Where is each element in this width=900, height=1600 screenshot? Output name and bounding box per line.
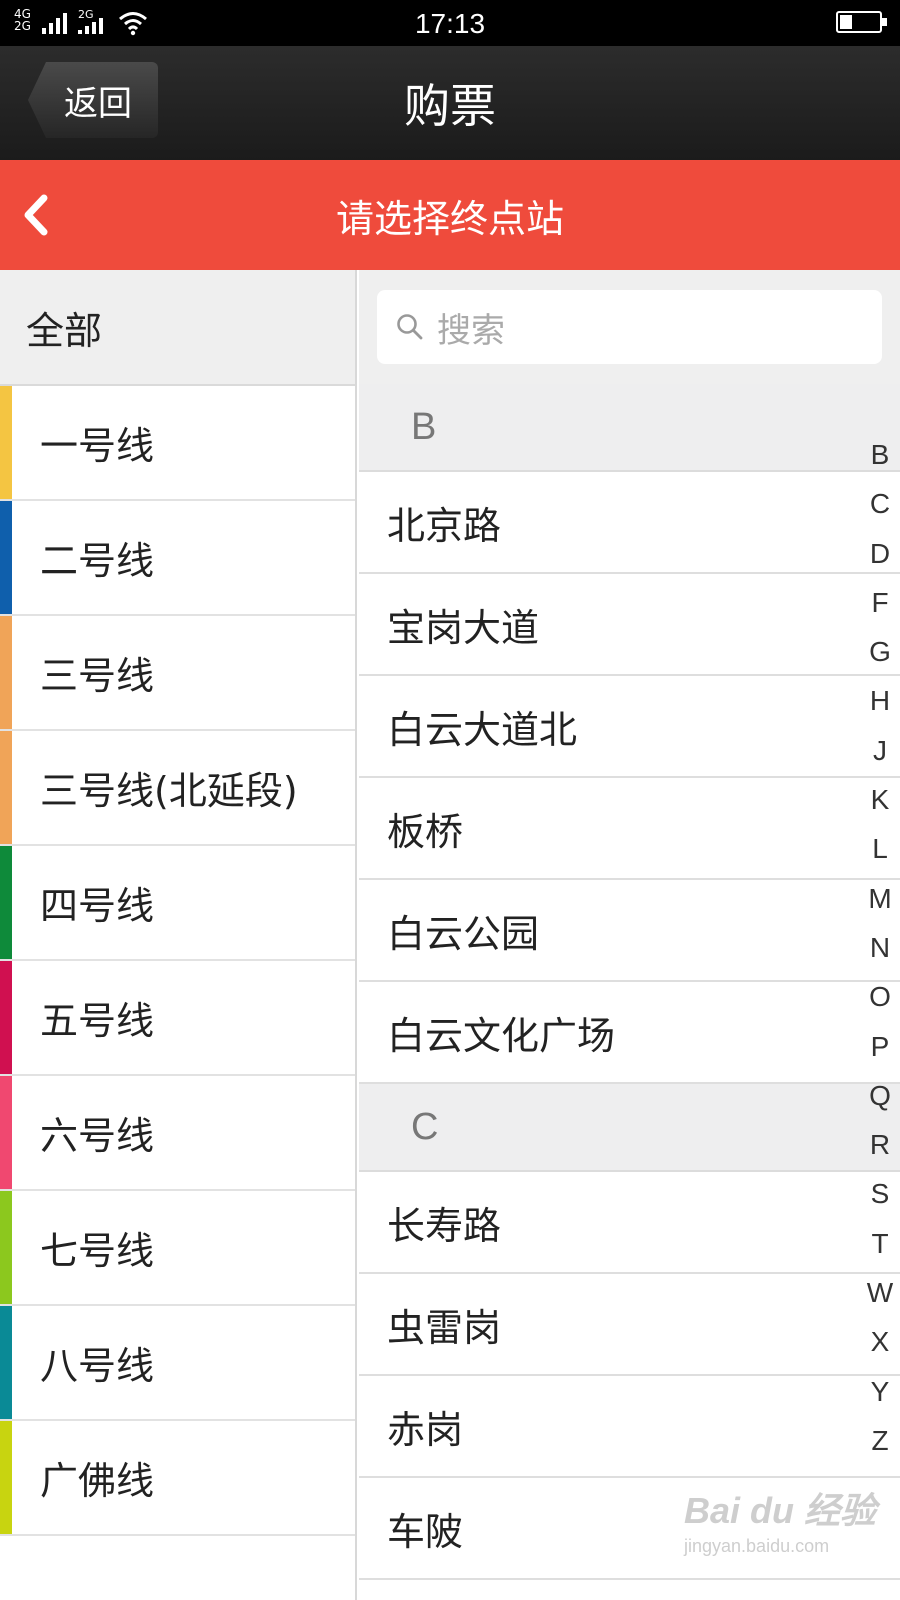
title-bar: 返回 购票 — [0, 46, 900, 160]
alphabet-index[interactable]: BCDFGHJKLMNOPQRSTWXYZ — [862, 430, 898, 1465]
line-item[interactable]: 广佛线 — [0, 1421, 355, 1536]
line-color-bar — [0, 961, 12, 1074]
line-item[interactable]: 六号线 — [0, 1076, 355, 1191]
line-item-all[interactable]: 全部 — [0, 270, 355, 386]
station-item[interactable]: 白云公园 — [359, 880, 900, 982]
station-item[interactable]: 北京路 — [359, 472, 900, 574]
section-header: B — [359, 384, 900, 472]
index-letter[interactable]: S — [862, 1169, 898, 1218]
baidu-watermark: Bai du 经验 jingyan.baidu.com — [684, 1482, 884, 1557]
index-letter[interactable]: O — [862, 972, 898, 1021]
index-letter[interactable]: H — [862, 676, 898, 725]
index-letter[interactable]: Y — [862, 1367, 898, 1416]
status-bar: 4G 2G 2G 17:13 — [0, 0, 900, 46]
watermark-logo: Bai du 经验 — [684, 1490, 877, 1531]
index-letter[interactable]: R — [862, 1120, 898, 1169]
station-panel: 搜索 B 北京路 宝岗大道 白云大道北 板桥 白云公园 白云文化广场 C 长寿路 虫雷岗 赤岗 车陂 — [359, 270, 900, 1600]
line-item-label: 五号线 — [40, 999, 155, 1043]
station-item[interactable]: 宝岗大道 — [359, 574, 900, 676]
watermark-url: jingyan.baidu.com — [684, 1536, 830, 1556]
line-color-bar — [0, 386, 12, 499]
index-letter[interactable]: L — [862, 824, 898, 873]
destination-header: 请选择终点站 — [0, 160, 900, 270]
index-letter[interactable]: B — [862, 430, 898, 479]
header-title: 请选择终点站 — [335, 197, 564, 241]
line-item[interactable]: 三号线(北延段) — [0, 731, 355, 846]
line-color-bar — [0, 731, 12, 844]
search-placeholder: 搜索 — [437, 310, 505, 351]
index-letter[interactable]: G — [862, 627, 898, 676]
line-item[interactable]: 四号线 — [0, 846, 355, 961]
line-item-label: 八号线 — [40, 1344, 155, 1388]
line-item-label: 四号线 — [40, 884, 155, 928]
line-item-label: 一号线 — [40, 424, 155, 468]
battery-icon — [836, 11, 887, 33]
index-letter[interactable]: K — [862, 775, 898, 824]
page-title: 购票 — [404, 79, 496, 133]
search-input[interactable]: 搜索 — [377, 290, 882, 364]
line-color-bar — [0, 1191, 12, 1304]
line-item[interactable]: 五号线 — [0, 961, 355, 1076]
line-item[interactable]: 三号线 — [0, 616, 355, 731]
station-item[interactable]: 虫雷岗 — [359, 1274, 900, 1376]
line-item[interactable]: 一号线 — [0, 386, 355, 501]
index-letter[interactable]: C — [862, 479, 898, 528]
index-letter[interactable]: P — [862, 1022, 898, 1071]
station-item[interactable]: 长寿路 — [359, 1172, 900, 1274]
line-color-bar — [0, 846, 12, 959]
clock: 17:13 — [414, 8, 486, 39]
line-item-label: 二号线 — [40, 539, 155, 583]
line-item-label: 七号线 — [40, 1229, 155, 1273]
station-list: B 北京路 宝岗大道 白云大道北 板桥 白云公园 白云文化广场 C 长寿路 虫雷岗 赤岗 车陂 — [359, 384, 900, 1580]
index-letter[interactable]: F — [862, 578, 898, 627]
index-letter[interactable]: T — [862, 1219, 898, 1268]
line-list: 全部 一号线二号线三号线三号线(北延段) 四号线五号线六号线七号线八号线广佛线 — [0, 270, 357, 1600]
line-color-bar — [0, 616, 12, 729]
index-letter[interactable]: W — [862, 1268, 898, 1317]
line-color-bar — [0, 1076, 12, 1189]
station-item[interactable]: 赤岗 — [359, 1376, 900, 1478]
station-item[interactable]: 板桥 — [359, 778, 900, 880]
index-letter[interactable]: M — [862, 874, 898, 923]
line-item-label: 六号线 — [40, 1114, 155, 1158]
index-letter[interactable]: N — [862, 923, 898, 972]
index-letter[interactable]: D — [862, 529, 898, 578]
station-item[interactable]: 白云大道北 — [359, 676, 900, 778]
line-item[interactable]: 八号线 — [0, 1306, 355, 1421]
line-item[interactable]: 七号线 — [0, 1191, 355, 1306]
section-header: C — [359, 1084, 900, 1172]
line-item[interactable]: 二号线 — [0, 501, 355, 616]
index-letter[interactable]: J — [862, 726, 898, 775]
line-item-label: 三号线(北延段) — [40, 769, 298, 813]
line-color-bar — [0, 501, 12, 614]
index-letter[interactable]: X — [862, 1317, 898, 1366]
index-letter[interactable]: Q — [862, 1071, 898, 1120]
line-item-label: 三号线 — [40, 654, 155, 698]
search-area: 搜索 — [359, 270, 900, 384]
line-color-bar — [0, 1306, 12, 1419]
line-item-label: 广佛线 — [40, 1459, 155, 1503]
line-color-bar — [0, 1421, 12, 1534]
search-icon — [397, 314, 423, 340]
index-letter[interactable]: Z — [862, 1416, 898, 1465]
station-item[interactable]: 白云文化广场 — [359, 982, 900, 1084]
